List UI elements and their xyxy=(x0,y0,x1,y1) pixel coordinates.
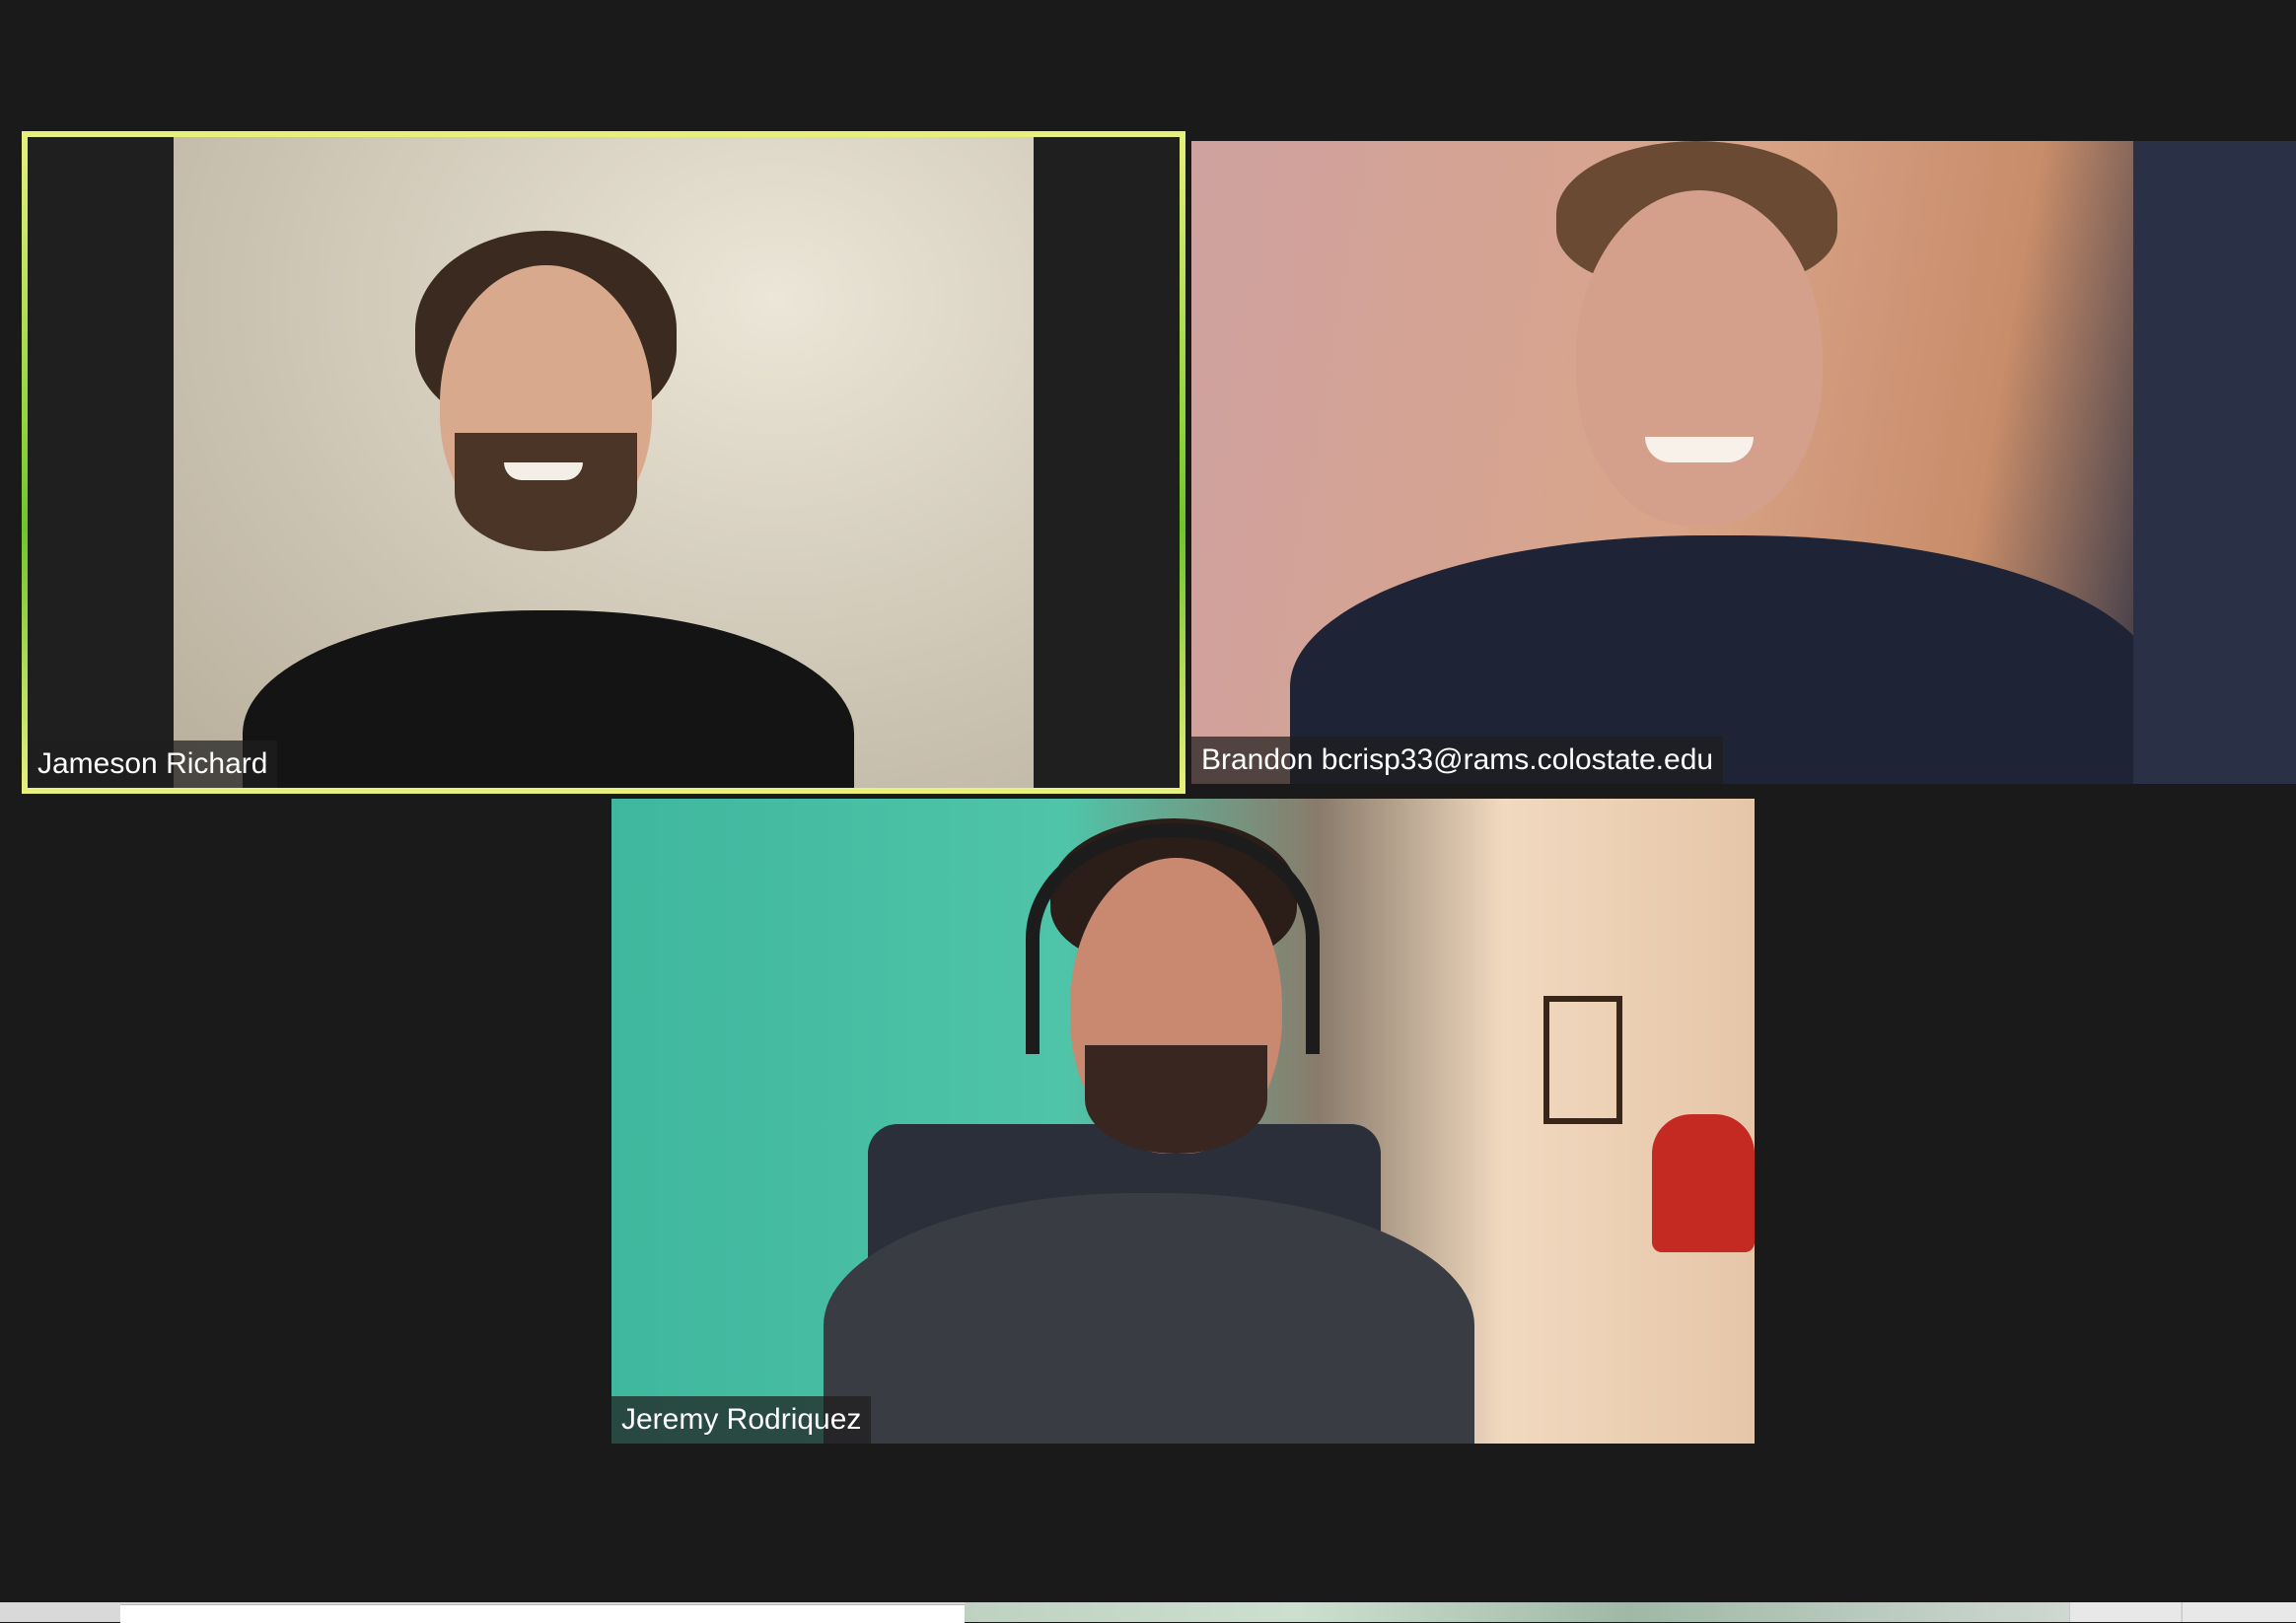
taskbar xyxy=(0,1602,2296,1623)
participant-tile-jameson-richard[interactable]: Jameson Richard xyxy=(28,137,1180,788)
taskbar-tray-button[interactable] xyxy=(2069,1602,2181,1622)
taskbar-apps-area xyxy=(965,1602,2069,1622)
taskbar-tray-button[interactable] xyxy=(2182,1602,2296,1622)
participant-video-feed xyxy=(174,137,1034,788)
participant-video-feed xyxy=(1191,141,2296,784)
participant-name-label: Jameson Richard xyxy=(28,741,278,788)
video-gallery: Jameson Richard Brandon bcrisp33@rams.co… xyxy=(0,0,2296,1602)
participant-name-label: Jeremy Rodriquez xyxy=(611,1396,872,1444)
participant-name-label: Brandon bcrisp33@rams.colostate.edu xyxy=(1191,737,1724,784)
participant-video-feed xyxy=(611,799,1755,1444)
participant-tile-brandon[interactable]: Brandon bcrisp33@rams.colostate.edu xyxy=(1191,141,2296,784)
participant-tile-jeremy-rodriquez[interactable]: Jeremy Rodriquez xyxy=(611,799,1755,1444)
taskbar-search-input[interactable] xyxy=(120,1604,965,1623)
